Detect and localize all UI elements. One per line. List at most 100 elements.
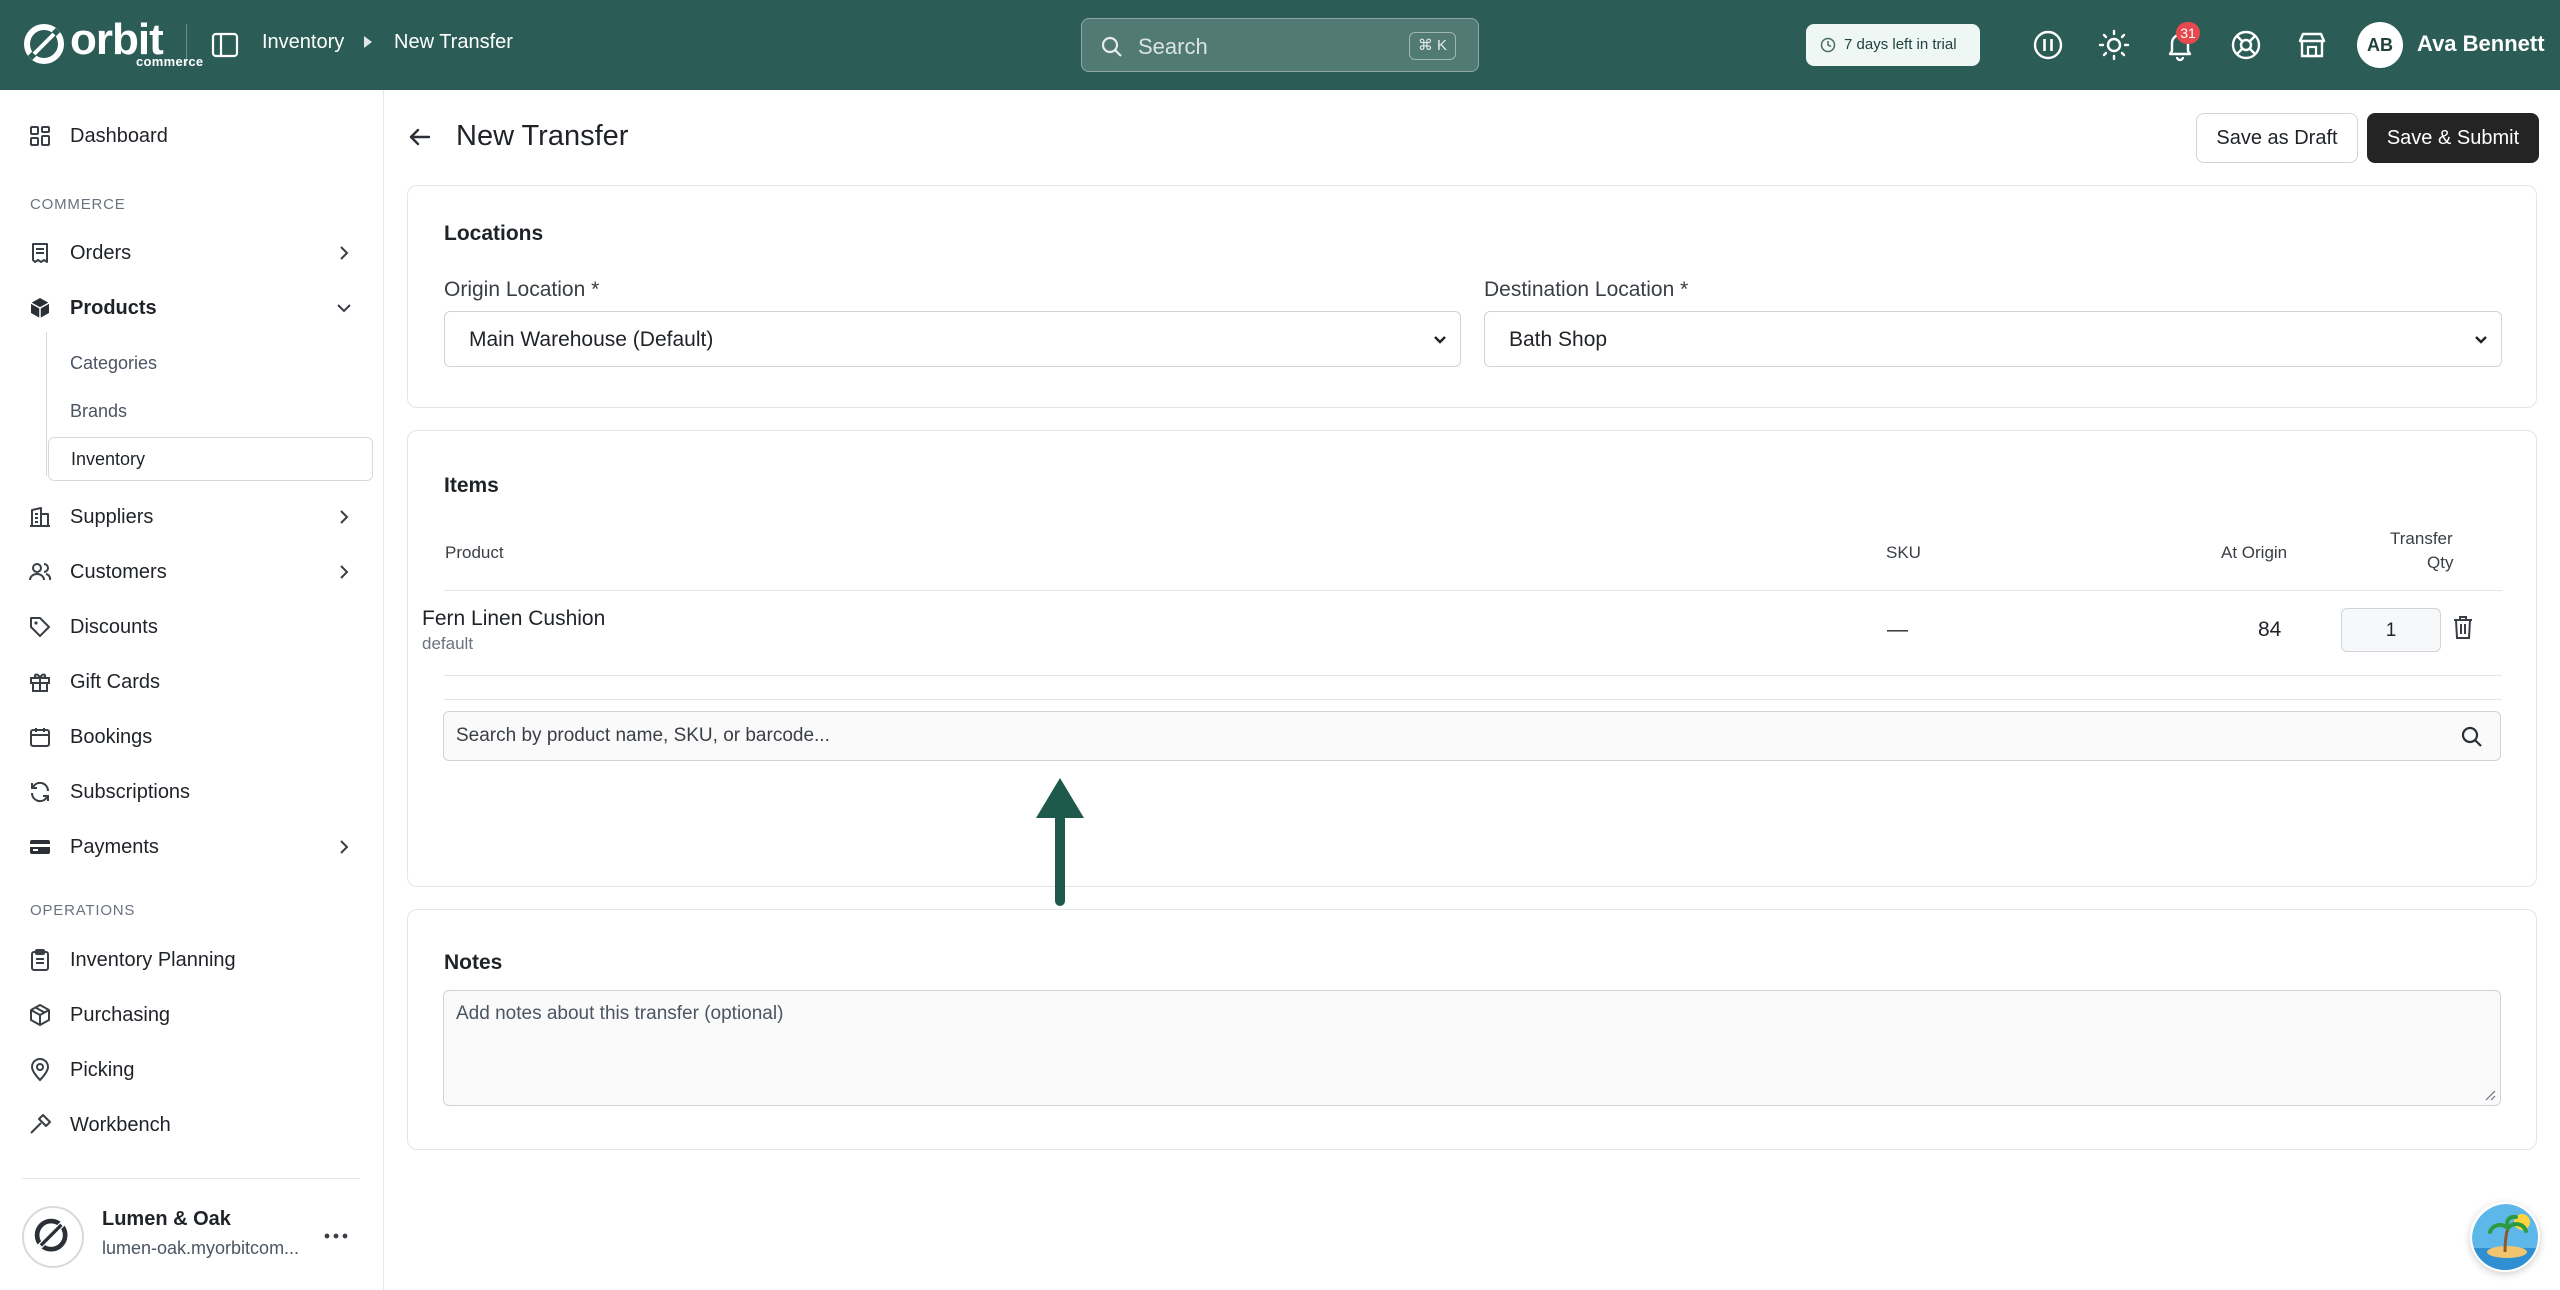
- section-commerce: COMMERCE: [30, 196, 126, 213]
- resize-handle-icon[interactable]: [2484, 1089, 2496, 1101]
- chevron-down-icon: [2475, 336, 2487, 344]
- back-arrow-icon[interactable]: [405, 122, 435, 152]
- product-search-placeholder: Search by product name, SKU, or barcode.…: [456, 725, 830, 746]
- sidebar-label: Inventory Planning: [70, 949, 236, 971]
- product-sku: —: [1887, 618, 1908, 641]
- section-operations: OPERATIONS: [30, 902, 136, 919]
- help-lifebuoy-icon[interactable]: [2229, 28, 2263, 62]
- notification-badge: 31: [2176, 22, 2200, 44]
- sidebar-subitem-categories[interactable]: Categories: [48, 342, 373, 386]
- save-submit-button[interactable]: Save & Submit: [2367, 113, 2539, 163]
- notes-textarea[interactable]: Add notes about this transfer (optional): [443, 990, 2501, 1106]
- destination-location-value: Bath Shop: [1509, 328, 1608, 351]
- column-header-product: Product: [445, 543, 504, 562]
- origin-location-value: Main Warehouse (Default): [469, 328, 714, 351]
- sidebar-item-gift-cards[interactable]: Gift Cards: [0, 658, 384, 706]
- submenu-line: [46, 332, 47, 476]
- notes-placeholder: Add notes about this transfer (optional): [456, 1003, 784, 1024]
- table-divider: [444, 675, 2502, 676]
- gift-icon: [30, 673, 50, 692]
- sidebar-item-bookings[interactable]: Bookings: [0, 713, 384, 761]
- sidebar-item-purchasing[interactable]: Purchasing: [0, 991, 384, 1039]
- sidebar-item-workbench[interactable]: Workbench: [0, 1101, 384, 1149]
- items-card: Items Product SKU At Origin Transfer Qty: [407, 430, 2537, 887]
- search-placeholder: Search: [1138, 34, 1208, 59]
- sidebar-item-payments[interactable]: Payments: [0, 823, 384, 871]
- sidebar-item-dashboard[interactable]: Dashboard: [0, 112, 384, 160]
- chevron-right-icon: [340, 510, 349, 524]
- global-search[interactable]: Search ⌘ K: [1081, 18, 1479, 72]
- package-icon: [30, 1004, 50, 1026]
- sidebar-label: Workbench: [70, 1114, 171, 1136]
- user-avatar[interactable]: AB: [2357, 22, 2403, 68]
- store-name[interactable]: Lumen & Oak: [102, 1208, 231, 1231]
- sun-icon[interactable]: [2097, 28, 2131, 62]
- sidebar-item-suppliers[interactable]: Suppliers: [0, 493, 384, 541]
- trash-icon[interactable]: [2451, 614, 2475, 640]
- search-icon: [2461, 726, 2482, 747]
- chevron-right-icon: [340, 565, 349, 579]
- sidebar-label: Products: [70, 297, 157, 319]
- store-logo[interactable]: [22, 1206, 84, 1268]
- main-content: New Transfer Save as Draft Save & Submit…: [385, 90, 2560, 1290]
- destination-location-label: Destination Location *: [1484, 278, 1689, 301]
- calendar-icon: [30, 728, 50, 747]
- search-icon: [1101, 36, 1122, 57]
- locations-title: Locations: [444, 222, 544, 245]
- sidebar-divider: [22, 1178, 360, 1179]
- sidebar-label: Inventory: [71, 449, 146, 469]
- sidebar-item-picking[interactable]: Picking: [0, 1046, 384, 1094]
- refresh-icon: [30, 781, 50, 803]
- sidebar-item-subscriptions[interactable]: Subscriptions: [0, 768, 384, 816]
- transfer-qty-input[interactable]: 1: [2341, 608, 2441, 652]
- sidebar-label: Suppliers: [70, 506, 154, 528]
- trial-text: 7 days left in trial: [1844, 36, 1957, 53]
- sidebar-item-discounts[interactable]: Discounts: [0, 603, 384, 651]
- hammer-icon: [30, 1114, 51, 1134]
- sidebar-label: Payments: [70, 836, 159, 858]
- product-search-input[interactable]: Search by product name, SKU, or barcode.…: [443, 711, 2501, 761]
- sidebar: Dashboard COMMERCE Orders Products Categ…: [0, 90, 384, 1290]
- chevron-right-icon: [340, 246, 349, 260]
- column-header-transfer-qty-line1: Transfer: [2390, 529, 2453, 548]
- product-variant: default: [422, 634, 474, 653]
- more-horizontal-icon[interactable]: [322, 1224, 350, 1248]
- save-draft-button[interactable]: Save as Draft: [2196, 113, 2358, 163]
- sidebar-item-orders[interactable]: Orders: [0, 229, 384, 277]
- sidebar-subitem-brands[interactable]: Brands: [48, 390, 373, 434]
- tag-icon: [30, 617, 50, 637]
- trial-badge[interactable]: 7 days left in trial: [1806, 24, 1980, 66]
- sidebar-item-customers[interactable]: Customers: [0, 548, 384, 596]
- sidebar-toggle-icon[interactable]: [210, 30, 240, 60]
- user-name[interactable]: Ava Bennett: [2417, 31, 2545, 57]
- sidebar-subitem-inventory[interactable]: Inventory: [48, 437, 373, 481]
- sidebar-label: Gift Cards: [70, 671, 161, 693]
- sidebar-label: Picking: [70, 1059, 135, 1081]
- logo-subtitle: commerce: [136, 54, 204, 69]
- notes-title: Notes: [444, 951, 503, 974]
- annotation-arrow-icon: [1036, 778, 1084, 906]
- clipboard-icon: [31, 949, 49, 971]
- origin-location-label: Origin Location *: [444, 278, 600, 301]
- store-icon[interactable]: [2295, 28, 2329, 62]
- chevron-down-icon: [1434, 336, 1446, 344]
- chevron-down-icon: [337, 304, 351, 313]
- orbit-logo[interactable]: orbit commerce: [22, 16, 203, 70]
- items-title: Items: [444, 474, 499, 497]
- receipt-icon: [32, 243, 48, 263]
- top-bar: orbit commerce Inventory New Transfer Se…: [0, 0, 2560, 90]
- clock-icon: [1820, 37, 1836, 53]
- destination-location-select[interactable]: Bath Shop: [1484, 311, 2502, 367]
- breadcrumb-inventory[interactable]: Inventory: [262, 31, 344, 54]
- store-url: lumen-oak.myorbitcom...: [102, 1238, 300, 1258]
- page-title: New Transfer: [456, 120, 629, 152]
- sidebar-item-inventory-planning[interactable]: Inventory Planning: [0, 936, 384, 984]
- pause-circle-icon[interactable]: [2031, 28, 2065, 62]
- origin-location-select[interactable]: Main Warehouse (Default): [444, 311, 1461, 367]
- column-header-transfer-qty-line2: Qty: [2427, 553, 2454, 572]
- sidebar-label: Dashboard: [70, 125, 168, 147]
- credit-card-icon: [30, 840, 50, 854]
- sidebar-item-products[interactable]: Products: [0, 284, 384, 332]
- sidebar-label: Discounts: [70, 616, 158, 638]
- assistant-chat-bubble[interactable]: [2470, 1202, 2540, 1272]
